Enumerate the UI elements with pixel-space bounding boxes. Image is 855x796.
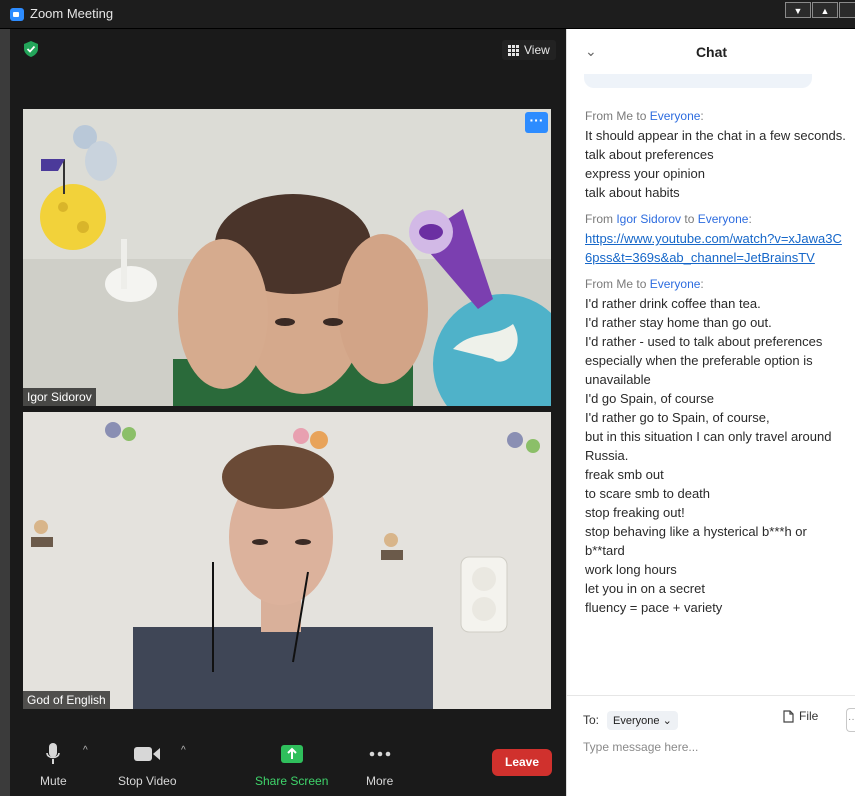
shield-icon[interactable] <box>24 41 38 57</box>
message-line: freak smb out <box>585 467 664 482</box>
minimize-button[interactable]: ▼ <box>785 2 811 18</box>
chat-more-button[interactable]: ··· <box>846 708 855 732</box>
message-header: From Me to Everyone: <box>585 109 704 123</box>
message-to-word: to <box>684 212 695 226</box>
message-recipient[interactable]: Everyone <box>698 212 749 226</box>
chat-message: From Me to Everyone: It should appear in… <box>585 109 847 202</box>
to-label: To: <box>583 713 600 727</box>
grid-icon <box>508 44 519 56</box>
maximize-button[interactable]: ▲ <box>812 2 838 18</box>
window-title: Zoom Meeting <box>30 6 114 21</box>
participant-video-image <box>23 412 551 709</box>
more-label: More <box>366 774 394 788</box>
ellipsis-icon <box>369 751 390 757</box>
stop-video-button[interactable]: Stop Video <box>118 741 177 788</box>
mute-button[interactable]: Mute <box>40 741 67 788</box>
share-screen-button[interactable]: Share Screen <box>255 741 328 788</box>
view-label: View <box>524 43 550 57</box>
message-line: talk about preferences <box>585 147 714 162</box>
recipient-select[interactable]: Everyone ⌄ <box>607 710 678 730</box>
microphone-icon <box>46 743 61 764</box>
message-line: express your opinion <box>585 166 705 181</box>
chat-header: ⌄ Chat <box>567 29 855 75</box>
message-line: It should appear in the chat in a few se… <box>585 128 846 143</box>
share-screen-icon <box>280 745 303 763</box>
leave-button[interactable]: Leave <box>492 749 552 776</box>
chat-message: From Igor Sidorov to Everyone: https://w… <box>585 212 847 267</box>
youtube-link[interactable]: https://www.youtube.com/watch?v=xJawa3C6… <box>585 229 847 267</box>
file-button[interactable]: File <box>783 709 818 723</box>
file-label: File <box>799 709 819 723</box>
message-to-word: to <box>636 109 647 123</box>
chat-panel: ⌄ Chat From Me to Everyone: It should ap… <box>566 29 855 796</box>
chat-message: From Me to Everyone: I'd rather drink co… <box>585 277 847 617</box>
chevron-up-icon[interactable]: ^ <box>83 745 88 756</box>
message-line: especially when the preferable option is… <box>585 353 813 387</box>
message-sender: Me <box>616 277 634 291</box>
chevron-up-icon[interactable]: ^ <box>181 745 186 756</box>
meeting-area: View Igor Sidorov ··· God of English Mut… <box>10 29 566 796</box>
message-recipient[interactable]: Everyone <box>650 109 701 123</box>
participant-video-1[interactable]: Igor Sidorov ··· <box>23 109 551 406</box>
previous-message-bubble <box>584 74 812 88</box>
participant-name-label: God of English <box>23 691 110 709</box>
window-edge <box>839 2 855 18</box>
message-line: I'd rather drink coffee than tea. <box>585 296 761 311</box>
message-to-word: to <box>636 277 647 291</box>
participant-video-image <box>23 109 551 406</box>
desktop-edge <box>0 29 10 796</box>
chat-title: Chat <box>695 44 728 60</box>
message-line: talk about habits <box>585 185 680 200</box>
message-header: From Me to Everyone: <box>585 277 704 291</box>
stop-video-label: Stop Video <box>118 774 177 788</box>
message-sender[interactable]: Igor Sidorov <box>616 212 681 226</box>
file-icon <box>783 709 794 723</box>
view-button[interactable]: View <box>502 40 556 60</box>
message-line: but in this situation I can only travel … <box>585 429 832 463</box>
message-sender: Me <box>616 109 634 123</box>
chat-messages[interactable]: From Me to Everyone: It should appear in… <box>585 109 847 627</box>
zoom-app-icon <box>10 8 24 21</box>
message-recipient[interactable]: Everyone <box>650 277 701 291</box>
chevron-down-icon: ⌄ <box>662 714 672 727</box>
message-line: I'd rather go to Spain, of course, <box>585 410 770 425</box>
message-line: I'd go Spain, of course <box>585 391 714 406</box>
message-line: work long hours <box>585 562 677 577</box>
message-line: stop behaving like a hysterical b***h or… <box>585 524 807 558</box>
share-screen-label: Share Screen <box>255 774 329 788</box>
window-titlebar: Zoom Meeting ▼ ▲ <box>0 0 855 29</box>
message-input[interactable] <box>583 737 843 757</box>
more-button[interactable]: More <box>366 741 393 788</box>
message-line: fluency = pace + variety <box>585 600 723 615</box>
message-line: to scare smb to death <box>585 486 711 501</box>
participant-video-2[interactable]: God of English <box>23 412 551 709</box>
recipient-select-value: Everyone <box>613 714 660 727</box>
participant-name-label: Igor Sidorov <box>23 388 96 406</box>
meeting-toolbar: Mute ^ Stop Video ^ Share Screen More Le… <box>10 731 566 796</box>
message-line: I'd rather stay home than go out. <box>585 315 772 330</box>
message-line: I'd rather - used to talk about preferen… <box>585 334 823 349</box>
participant-options-button[interactable]: ··· <box>525 112 548 133</box>
chat-divider <box>567 695 855 696</box>
message-header: From Igor Sidorov to Everyone: <box>585 212 752 226</box>
video-camera-icon <box>134 747 161 761</box>
message-line: let you in on a secret <box>585 581 705 596</box>
mute-label: Mute <box>40 774 67 788</box>
message-line: stop freaking out! <box>585 505 685 520</box>
